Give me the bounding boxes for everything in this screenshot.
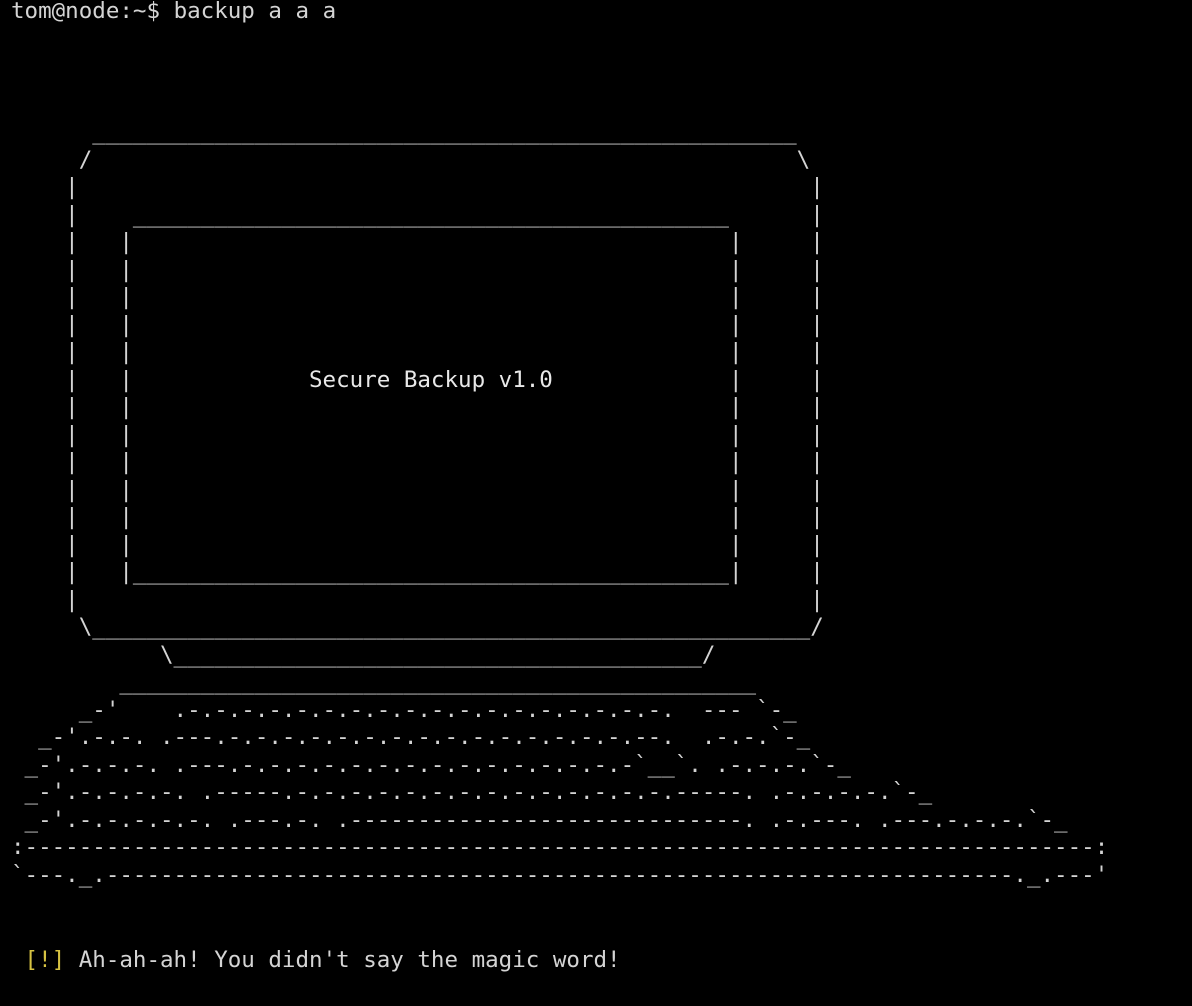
error-message: [!] Ah-ah-ah! You didn't say the magic w… (11, 946, 621, 974)
command-line: tom@node:~$ backup a a a (11, 0, 336, 25)
shell-prompt: tom@node:~$ (11, 0, 161, 24)
ascii-art-computer: ________________________________________… (11, 119, 1109, 888)
art-title: Secure Backup v1.0 (309, 366, 553, 393)
typed-command: backup a a a (173, 0, 337, 24)
terminal-window[interactable]: tom@node:~$ backup a a a _______________… (0, 0, 1192, 1006)
error-message-text: Ah-ah-ah! You didn't say the magic word! (78, 947, 621, 973)
warning-indicator: [!] (24, 947, 66, 973)
